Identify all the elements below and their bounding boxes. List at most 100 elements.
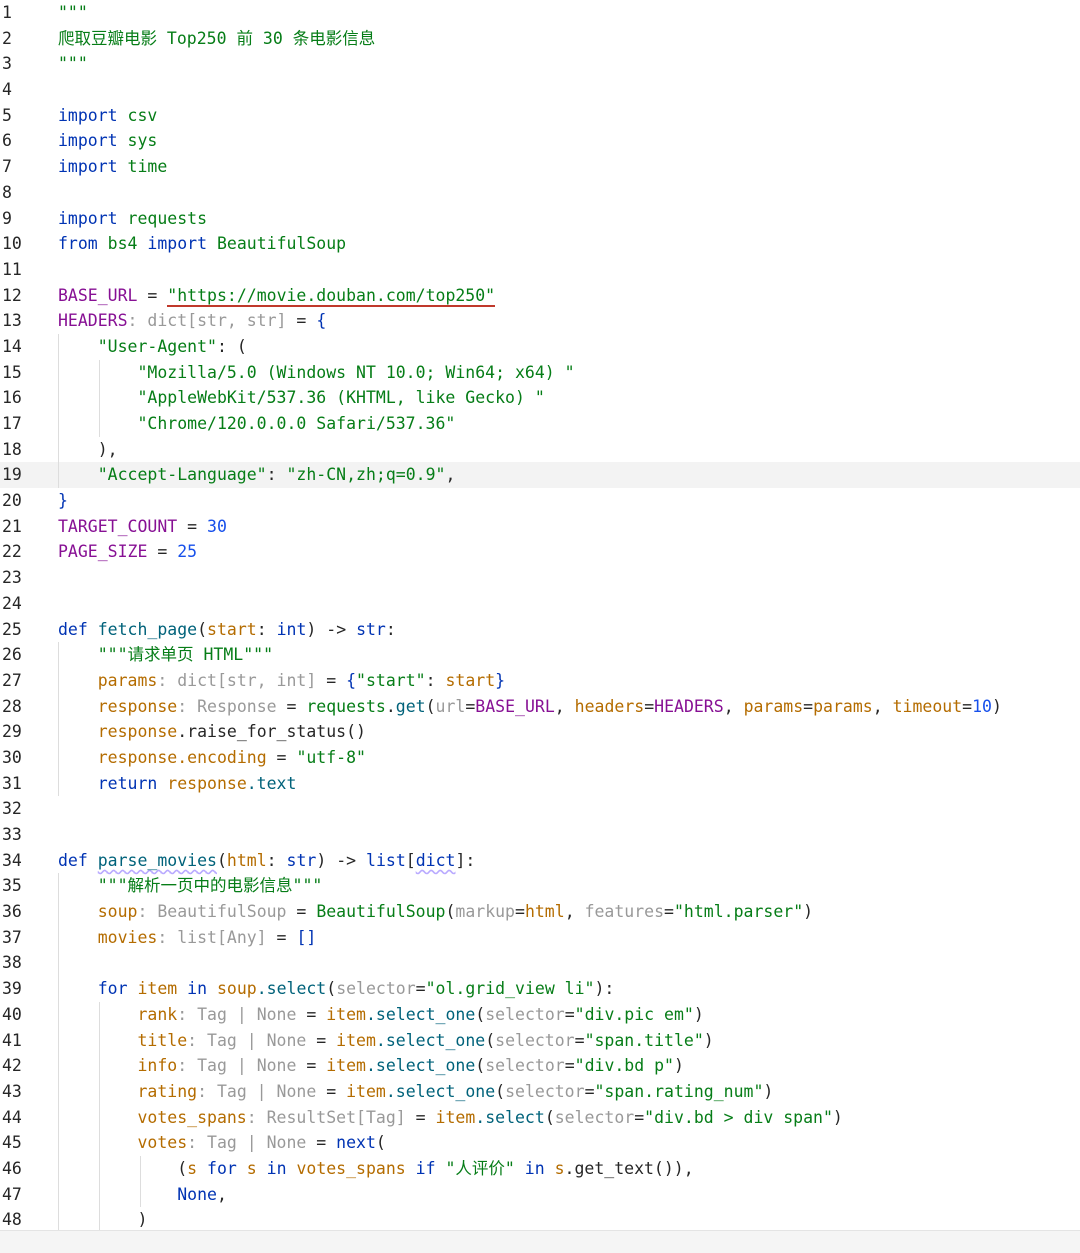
line-number: 23 (2, 568, 22, 588)
code-token: : Tag | None (187, 1030, 307, 1050)
code-text: response: Response = requests.get(url=BA… (58, 694, 1002, 720)
code-token: .select_one (375, 1030, 486, 1050)
code-text: info: Tag | None = item.select_one(selec… (58, 1053, 684, 1079)
code-line[interactable]: 20} (0, 488, 1080, 514)
code-token: : Tag | None (177, 1056, 297, 1076)
line-number: 26 (2, 645, 22, 665)
code-token: = (306, 1133, 337, 1153)
code-token: BeautifulSoup (207, 234, 347, 254)
code-token: def (58, 850, 88, 870)
code-line[interactable]: 17 "Chrome/120.0.0.0 Safari/537.36" (0, 411, 1080, 437)
code-token: ]: (455, 850, 476, 870)
code-text: } (58, 488, 68, 514)
code-line[interactable]: 30 response.encoding = "utf-8" (0, 744, 1080, 771)
code-line[interactable]: 29 response.raise_for_status() (0, 719, 1080, 745)
line-number: 29 (2, 722, 22, 742)
code-line[interactable]: 16 "AppleWebKit/537.36 (KHTML, like Geck… (0, 385, 1080, 411)
code-line[interactable]: 23 (0, 565, 1080, 591)
line-number: 47 (2, 1184, 22, 1204)
code-line[interactable]: 33 (0, 822, 1080, 848)
code-line[interactable]: 43 rating: Tag | None = item.select_one(… (0, 1078, 1080, 1105)
code-line[interactable]: 35 """解析一页中的电影信息""" (0, 873, 1080, 900)
code-text: soup: BeautifulSoup = BeautifulSoup(mark… (58, 899, 813, 925)
code-line[interactable]: 6 import sys (0, 128, 1080, 154)
code-token: movies (58, 927, 158, 947)
code-line[interactable]: 28 response: Response = requests.get(url… (0, 693, 1080, 720)
code-line[interactable]: 9 import requests (0, 206, 1080, 232)
code-line[interactable]: 36 soup: BeautifulSoup = BeautifulSoup(m… (0, 899, 1080, 925)
code-line[interactable]: 1 """ (0, 0, 1080, 26)
code-line[interactable]: 8 (0, 180, 1080, 206)
code-token: = (962, 696, 973, 716)
code-line[interactable]: 42 info: Tag | None = item.select_one(se… (0, 1053, 1080, 1079)
code-token: start (445, 670, 496, 690)
code-token: requests (306, 696, 386, 716)
code-line[interactable]: 48 ) (0, 1207, 1080, 1230)
code-text: return response.text (58, 771, 297, 797)
code-token: : Tag | None (177, 1004, 297, 1024)
code-token: ) (58, 1210, 148, 1230)
code-token: ), (58, 439, 118, 459)
code-editor[interactable]: 1 """ 2 爬取豆瓣电影 Top250 前 30 条电影信息 3 """ 4 5 impor… (0, 0, 1080, 1230)
code-line[interactable]: 11 (0, 257, 1080, 283)
code-line[interactable]: 15 "Mozilla/5.0 (Windows NT 10.0; Win64;… (0, 359, 1080, 386)
code-line[interactable]: 26 """请求单页 HTML""" (0, 642, 1080, 668)
code-token: = (564, 1056, 575, 1076)
code-line[interactable]: 4 (0, 77, 1080, 103)
code-token: soup (58, 902, 138, 922)
code-token: "div.bd p" (574, 1056, 674, 1076)
code-line[interactable]: 37 movies: list[Any] = [] (0, 924, 1080, 951)
code-token: 10 (972, 696, 992, 716)
code-token: ) (803, 902, 814, 922)
code-line[interactable]: 39 for item in soup.select(selector="ol.… (0, 976, 1080, 1002)
line-number: 7 (2, 157, 12, 177)
code-token: def (58, 619, 88, 639)
line-number: 17 (2, 414, 22, 433)
code-line[interactable]: 34 def parse_movies(html: str) -> list[di… (0, 848, 1080, 874)
code-line[interactable]: 7 import time (0, 154, 1080, 180)
code-line[interactable]: 45 votes: Tag | None = next( (0, 1130, 1080, 1156)
code-token: : ResultSet[Tag] (246, 1107, 406, 1127)
code-token: "start" (356, 670, 426, 690)
code-line[interactable]: 46 (s for s in votes_spans if "人评价" in s… (0, 1155, 1080, 1182)
code-line[interactable]: 10 from bs4 import BeautifulSoup (0, 231, 1080, 257)
code-token: = (147, 542, 178, 562)
code-token: info (58, 1056, 178, 1076)
line-number: 45 (2, 1133, 22, 1153)
code-line[interactable]: 44 votes_spans: ResultSet[Tag] = item.se… (0, 1104, 1080, 1131)
code-token: = (644, 696, 655, 716)
code-token: = (634, 1107, 645, 1127)
code-line[interactable]: 5 import csv (0, 103, 1080, 129)
line-number: 22 (2, 542, 22, 562)
code-line[interactable]: 47 None, (0, 1181, 1080, 1208)
code-token: = (276, 696, 307, 716)
code-line[interactable]: 12 BASE_URL = "https://movie.douban.com/t… (0, 283, 1080, 309)
code-line[interactable]: 24 (0, 591, 1080, 617)
code-token: item (326, 1004, 366, 1024)
code-line[interactable]: 32 (0, 796, 1080, 822)
code-line[interactable]: 41 title: Tag | None = item.select_one(s… (0, 1027, 1080, 1054)
code-line[interactable]: 14 "User-Agent": ( (0, 333, 1080, 360)
code-line[interactable]: 2 爬取豆瓣电影 Top250 前 30 条电影信息 (0, 26, 1080, 52)
code-line[interactable]: 22 PAGE_SIZE = 25 (0, 539, 1080, 565)
code-text: votes_spans: ResultSet[Tag] = item.selec… (58, 1105, 842, 1131)
code-line[interactable]: 3 """ (0, 51, 1080, 77)
code-token: votes_spans (286, 1158, 416, 1178)
code-line[interactable]: 18 ), (0, 436, 1080, 463)
code-token: ) (673, 1056, 684, 1076)
code-line[interactable]: 40 rank: Tag | None = item.select_one(se… (0, 1001, 1080, 1028)
code-line[interactable]: 31 return response.text (0, 770, 1080, 797)
code-line[interactable]: 38 (0, 950, 1080, 977)
code-line[interactable]: 19 "Accept-Language": "zh-CN,zh;q=0.9", (0, 462, 1080, 489)
code-line[interactable]: 25 def fetch_page(start: int) -> str: (0, 617, 1080, 643)
code-token: : Tag | None (197, 1081, 317, 1101)
code-token: import (58, 131, 118, 151)
code-token: : dict[str, str] (127, 311, 287, 331)
code-token: votes (58, 1133, 188, 1153)
code-line[interactable]: 13 HEADERS: dict[str, str] = { (0, 308, 1080, 334)
code-line[interactable]: 21 TARGET_COUNT = 30 (0, 514, 1080, 540)
code-token: "utf-8" (296, 747, 366, 767)
code-line[interactable]: 27 params: dict[str, int] = {"start": st… (0, 667, 1080, 694)
code-token: s (187, 1158, 208, 1178)
code-token: : BeautifulSoup (137, 902, 287, 922)
